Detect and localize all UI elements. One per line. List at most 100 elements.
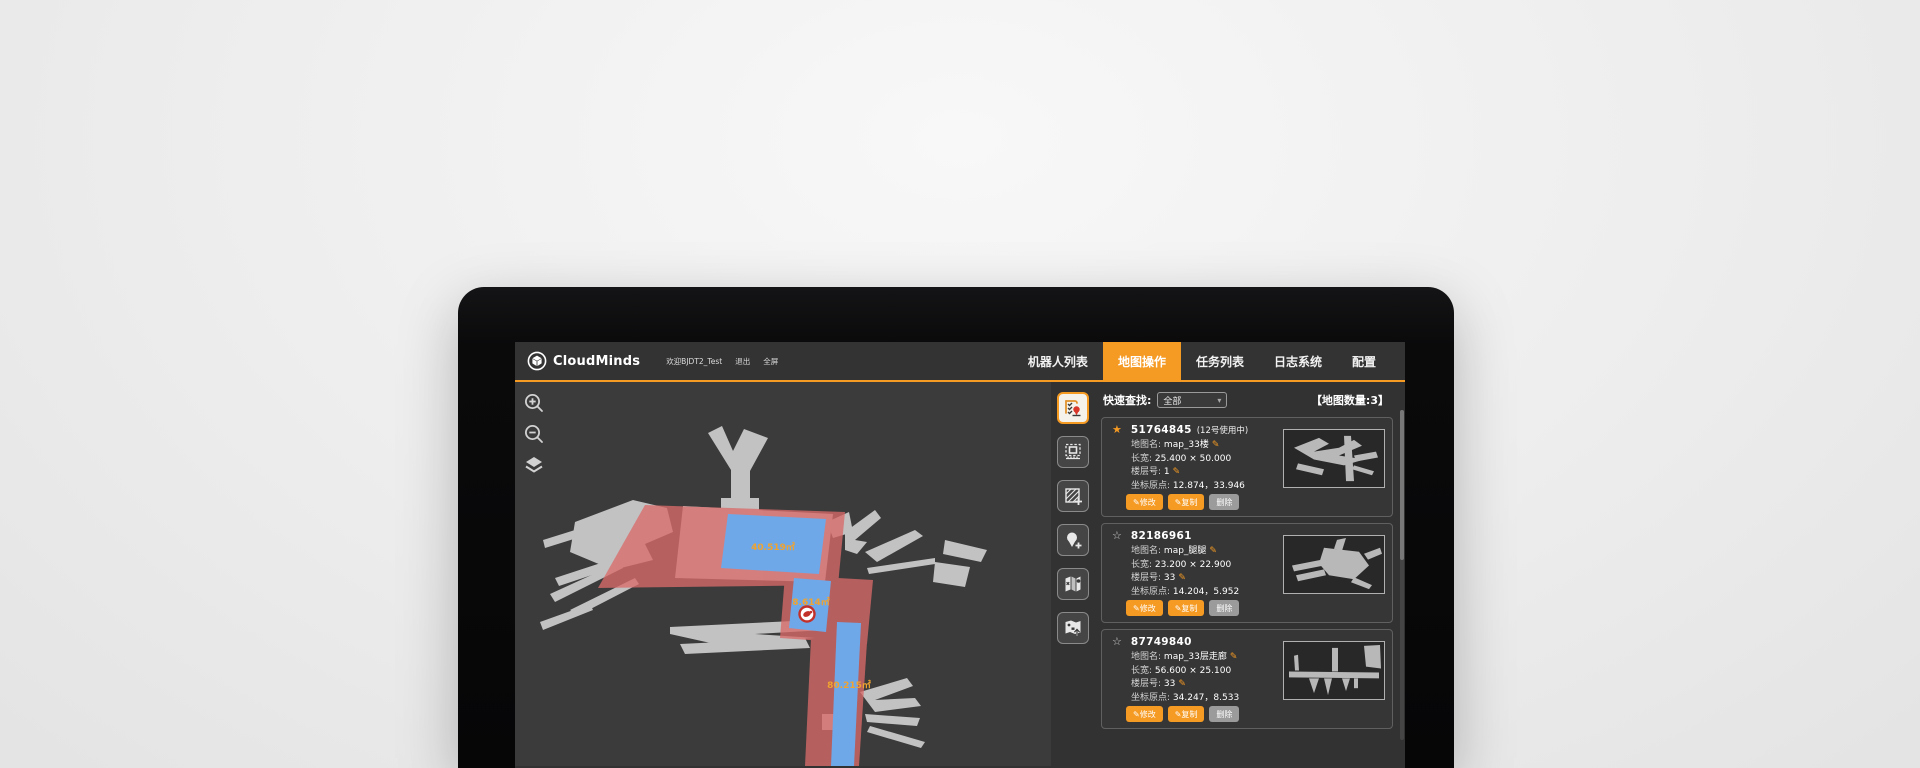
map-in-use-note: (12号使用中) [1197,424,1248,436]
main-content: 40.519㎡ 8.614㎡ 80.215㎡ [515,382,1405,766]
panel-header: 快速查找: 全部 ▾ 【地图数量:3】 [1103,392,1393,408]
copy-button[interactable]: ✎复制 [1168,494,1205,510]
card-actions: ✎修改 ✎复制 删除 [1126,494,1239,510]
map-marker-icon [1063,574,1083,594]
field-value: 34.247，8.533 [1173,693,1239,703]
map-id: 51764845 [1131,424,1192,436]
map-card[interactable]: ☆ 82186961 地图名: map_腿腿✎ 长宽: 23.200 × 22.… [1101,523,1393,623]
tab-map-operation[interactable]: 地图操作 [1103,342,1181,381]
robot-marker-icon[interactable] [800,607,815,622]
field-label: 坐标原点: [1131,693,1170,703]
delete-button[interactable]: 删除 [1209,494,1239,510]
area-select-icon [1063,442,1083,462]
zoom-out-icon[interactable] [523,423,545,445]
laptop-frame: CloudMinds 欢迎BJDT2_Test 退出 全屏 机器人列表 地图操作… [458,287,1454,768]
fullscreen-link[interactable]: 全屏 [763,356,778,367]
field-label: 地图名: [1131,652,1161,662]
delete-button[interactable]: 删除 [1209,600,1239,616]
edit-pencil-icon[interactable]: ✎ [1178,679,1186,689]
field-value: map_33楼 [1164,440,1209,450]
field-label: 长宽: [1131,666,1152,676]
map-list-panel: 快速查找: 全部 ▾ 【地图数量:3】 ★ 51764845 (12号使用中) [1095,382,1405,766]
edit-pencil-icon[interactable]: ✎ [1178,573,1186,583]
star-outline-icon[interactable]: ☆ [1112,635,1122,648]
top-navbar: CloudMinds 欢迎BJDT2_Test 退出 全屏 机器人列表 地图操作… [515,342,1405,382]
filter-dropdown[interactable]: 全部 ▾ [1157,392,1227,408]
brand-name: CloudMinds [553,354,640,369]
field-value: 14.204，5.952 [1173,587,1239,597]
card-actions: ✎修改 ✎复制 删除 [1126,706,1239,722]
filter-value: 全部 [1163,394,1181,407]
map-canvas[interactable]: 40.519㎡ 8.614㎡ 80.215㎡ [515,382,1051,766]
modify-button[interactable]: ✎修改 [1126,494,1163,510]
map-card[interactable]: ★ 51764845 (12号使用中) 地图名: map_33楼✎ 长宽: 25… [1101,417,1393,517]
area-select-button[interactable] [1057,436,1089,468]
map-zoom-tools [523,392,545,476]
upload-map-button[interactable] [1057,612,1089,644]
map-id: 87749840 [1131,636,1192,648]
field-label: 坐标原点: [1131,481,1170,491]
brand-logo: CloudMinds [527,351,640,371]
field-value: 33 [1164,679,1175,689]
quick-search-label: 快速查找: [1103,392,1151,408]
modify-button[interactable]: ✎修改 [1126,706,1163,722]
card-actions: ✎修改 ✎复制 删除 [1126,600,1239,616]
task-list-pin-button[interactable] [1057,392,1089,424]
edit-pencil-icon[interactable]: ✎ [1209,546,1217,556]
field-label: 坐标原点: [1131,587,1170,597]
map-card[interactable]: ☆ 87749840 地图名: map_33层走廊✎ 长宽: 56.600 × … [1101,629,1393,729]
panel-scrollbar[interactable] [1400,410,1404,740]
panel-scrollbar-thumb[interactable] [1400,410,1404,560]
area-label-large: 40.519㎡ [751,541,795,553]
tab-task-list[interactable]: 任务列表 [1181,342,1259,381]
tab-robot-list[interactable]: 机器人列表 [1013,342,1103,381]
copy-button[interactable]: ✎复制 [1168,600,1205,616]
star-filled-icon[interactable]: ★ [1112,423,1122,436]
logout-link[interactable]: 退出 [735,356,750,367]
delete-button[interactable]: 删除 [1209,706,1239,722]
field-label: 楼层号: [1131,573,1161,583]
field-label: 长宽: [1131,454,1152,464]
add-region-button[interactable] [1057,480,1089,512]
map-count-label: 【地图数量:3】 [1311,392,1389,408]
field-label: 地图名: [1131,440,1161,450]
map-side-toolbar [1051,382,1095,766]
nav-tabs: 机器人列表 地图操作 任务列表 日志系统 配置 [1013,342,1391,381]
upload-map-icon [1063,618,1083,638]
area-label-small: 8.614㎡ [792,596,829,608]
map-thumbnail[interactable] [1283,535,1385,594]
zoom-in-icon[interactable] [523,392,545,414]
welcome-text: 欢迎BJDT2_Test [666,356,722,367]
edit-pencil-icon[interactable]: ✎ [1230,652,1238,662]
cloudminds-logo-icon [527,351,547,371]
field-value: 12.874，33.946 [1173,481,1245,491]
layers-icon[interactable] [523,454,545,476]
modify-button[interactable]: ✎修改 [1126,600,1163,616]
map-card-list: ★ 51764845 (12号使用中) 地图名: map_33楼✎ 长宽: 25… [1101,417,1393,729]
map-thumbnail[interactable] [1283,429,1385,488]
edit-pencil-icon[interactable]: ✎ [1212,440,1220,450]
field-label: 楼层号: [1131,467,1161,477]
field-value: map_33层走廊 [1164,652,1227,662]
star-outline-icon[interactable]: ☆ [1112,529,1122,542]
tab-config[interactable]: 配置 [1337,342,1391,381]
edit-pencil-icon[interactable]: ✎ [1173,467,1181,477]
field-value: 1 [1164,467,1170,477]
field-value: map_腿腿 [1164,546,1207,556]
field-label: 长宽: [1131,560,1152,570]
field-label: 地图名: [1131,546,1161,556]
field-value: 33 [1164,573,1175,583]
field-value: 56.600 × 25.100 [1155,666,1231,676]
add-region-icon [1063,486,1083,506]
occupancy-map[interactable]: 40.519㎡ 8.614㎡ 80.215㎡ [515,382,1051,766]
task-list-pin-icon [1063,398,1083,418]
tab-log-system[interactable]: 日志系统 [1259,342,1337,381]
app-screen: CloudMinds 欢迎BJDT2_Test 退出 全屏 机器人列表 地图操作… [515,342,1405,768]
chevron-down-icon: ▾ [1217,396,1221,405]
field-value: 23.200 × 22.900 [1155,560,1231,570]
add-poi-button[interactable] [1057,524,1089,556]
add-poi-icon [1063,530,1083,550]
map-thumbnail[interactable] [1283,641,1385,700]
map-marker-button[interactable] [1057,568,1089,600]
copy-button[interactable]: ✎复制 [1168,706,1205,722]
